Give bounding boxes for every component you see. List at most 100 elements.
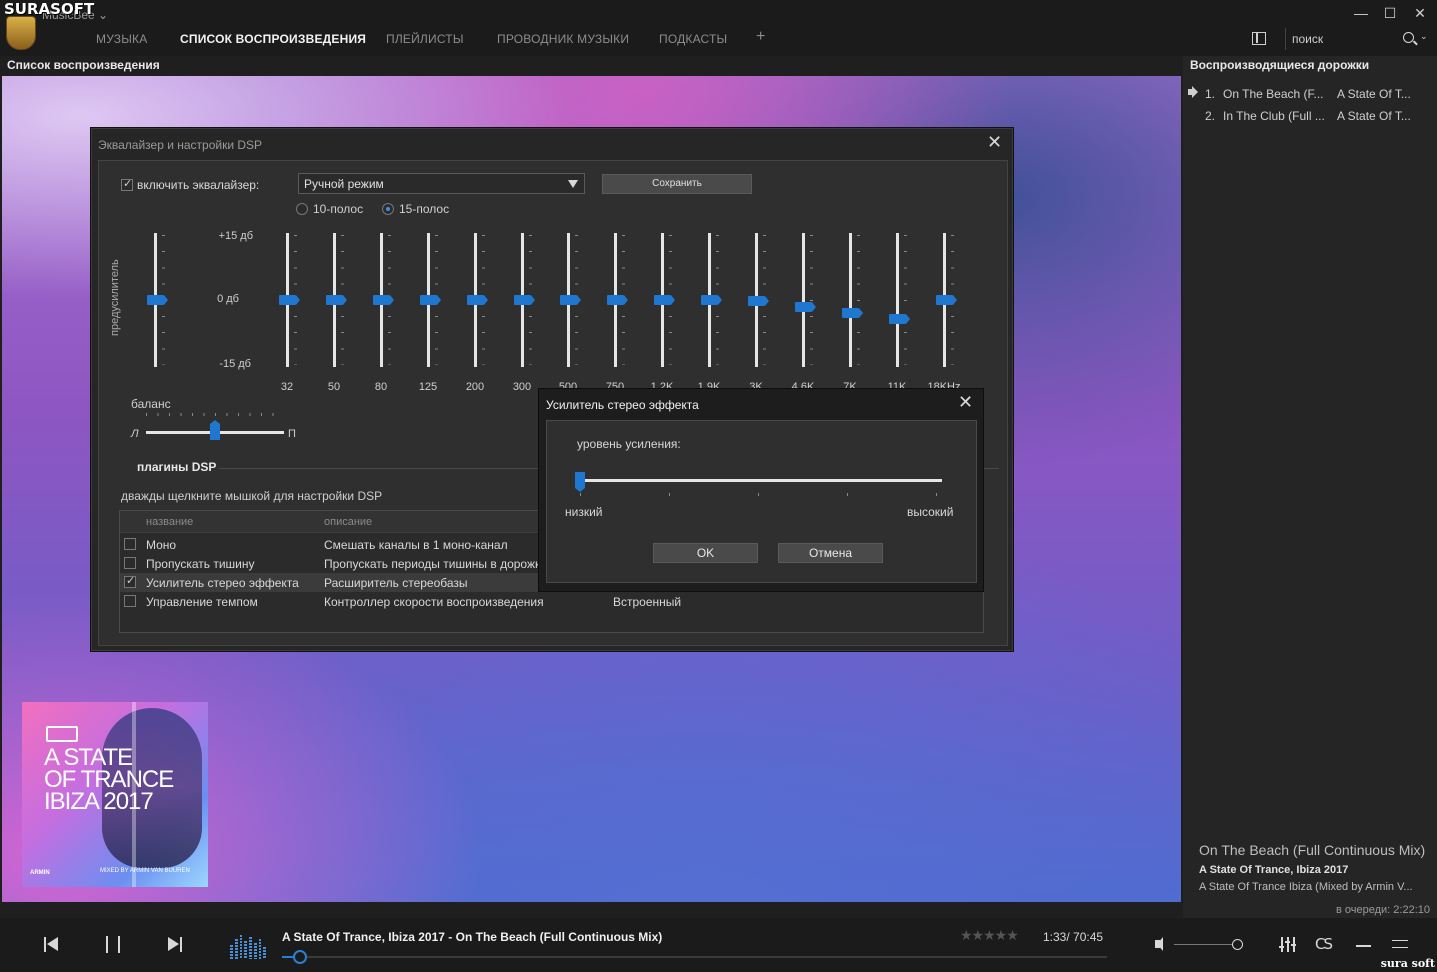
- volume-slider[interactable]: [1174, 939, 1243, 950]
- band-slider[interactable]: [366, 233, 396, 367]
- band-slider[interactable]: [741, 233, 771, 367]
- band-slider[interactable]: [835, 233, 865, 367]
- previous-track-button[interactable]: [44, 937, 60, 952]
- slider-thumb[interactable]: [748, 296, 769, 307]
- balance-slider[interactable]: [146, 420, 284, 440]
- band-slider[interactable]: [647, 233, 677, 367]
- slider-thumb[interactable]: [795, 301, 816, 312]
- enable-equalizer-checkbox[interactable]: [121, 177, 133, 191]
- dsp-plugin-checkbox[interactable]: [124, 595, 136, 607]
- slider-thumb[interactable]: [701, 295, 722, 305]
- balance-label: баланс: [131, 397, 171, 411]
- volume-thumb[interactable]: [1231, 939, 1243, 950]
- track-row[interactable]: 1. On The Beach (F... A State Of T...: [1183, 83, 1437, 103]
- menu-icon[interactable]: [1392, 940, 1408, 948]
- band-slider[interactable]: [929, 233, 959, 367]
- slider-thumb[interactable]: [607, 295, 628, 305]
- radio-10-bands[interactable]: [296, 203, 308, 215]
- chevron-down-icon[interactable]: ⌄: [1420, 31, 1428, 42]
- preamp-slider[interactable]: [140, 233, 170, 367]
- band-slider[interactable]: [460, 233, 490, 367]
- minimize-window-button[interactable]: —: [1350, 4, 1372, 22]
- enable-equalizer-label: включить эквалайзер:: [137, 178, 260, 192]
- dsp-plugin-row[interactable]: Управление темпом Контроллер скорости вос…: [120, 592, 983, 611]
- next-track-button[interactable]: [168, 937, 184, 952]
- slider-thumb[interactable]: [147, 295, 168, 305]
- ok-button[interactable]: OK: [653, 543, 758, 563]
- spectrum-icon[interactable]: [230, 933, 266, 959]
- dsp-plugin-checkbox[interactable]: [124, 538, 136, 550]
- dsp-plugin-checkbox[interactable]: [124, 557, 136, 569]
- dsp-plugin-name: Пропускать тишину: [146, 557, 255, 571]
- album-art-brand: ARMIN: [30, 870, 50, 876]
- band-slider[interactable]: [553, 233, 583, 367]
- slider-thumb[interactable]: [936, 295, 957, 305]
- slider-thumb[interactable]: [373, 295, 394, 305]
- band-slider[interactable]: [319, 233, 349, 367]
- pause-button[interactable]: [106, 936, 120, 953]
- slider-thumb[interactable]: [560, 295, 581, 305]
- mini-player-icon[interactable]: [1356, 945, 1371, 947]
- balance-left-label: Л: [131, 428, 139, 440]
- band-frequency-label: 300: [512, 381, 532, 393]
- band-slider[interactable]: [272, 233, 302, 367]
- band-slider[interactable]: [882, 233, 912, 367]
- queue-duration: в очереди: 2:22:10: [1336, 904, 1430, 916]
- maximize-window-button[interactable]: ☐: [1379, 4, 1401, 22]
- band-frequency-label: 200: [465, 381, 485, 393]
- close-window-button[interactable]: ✕: [1409, 4, 1431, 22]
- album-art[interactable]: A STATE OF TRANCE IBIZA 2017 ARMIN MIXED…: [22, 702, 208, 887]
- equalizer-icon[interactable]: [1279, 937, 1296, 952]
- seek-thumb[interactable]: [293, 950, 308, 964]
- album-art-credit: MIXED BY ARMIN VAN BUUREN: [100, 868, 190, 874]
- band-slider[interactable]: [600, 233, 630, 367]
- eq-mode-select[interactable]: Ручной режим: [298, 173, 585, 194]
- radio-15-bands[interactable]: [382, 203, 394, 215]
- tab-playlists[interactable]: ПЛЕЙЛИСТЫ: [386, 32, 464, 46]
- watermark: sura soft: [1380, 957, 1435, 970]
- band-slider[interactable]: [788, 233, 818, 367]
- brand-logo-text: SURASOFT: [4, 0, 95, 18]
- gain-slider[interactable]: [575, 472, 942, 492]
- tab-now-playing[interactable]: СПИСОК ВОСПРОИЗВЕДЕНИЯ: [180, 32, 366, 46]
- scrobble-icon[interactable]: CS: [1315, 935, 1333, 953]
- db-min-label: -15 дб: [219, 358, 251, 370]
- slider-ticks: [857, 235, 860, 365]
- balance-thumb[interactable]: [210, 420, 220, 440]
- gain-thumb[interactable]: [575, 472, 585, 492]
- column-header-name[interactable]: название: [146, 516, 193, 528]
- search-input[interactable]: [1292, 30, 1392, 48]
- seek-bar[interactable]: [282, 950, 1107, 964]
- layout-icon[interactable]: [1252, 32, 1266, 45]
- slider-thumb[interactable]: [654, 295, 675, 305]
- dsp-plugin-checkbox[interactable]: [124, 574, 136, 588]
- band-slider[interactable]: [413, 233, 443, 367]
- volume-icon[interactable]: [1155, 937, 1163, 951]
- slider-thumb[interactable]: [326, 295, 347, 305]
- slider-thumb[interactable]: [467, 295, 488, 305]
- dsp-plugin-description: Контроллер скорости воспроизведения: [324, 595, 544, 609]
- slider-thumb[interactable]: [842, 307, 863, 318]
- add-tab-button[interactable]: +: [756, 28, 765, 46]
- band-slider[interactable]: [694, 233, 724, 367]
- search-icon[interactable]: [1403, 32, 1414, 43]
- cancel-button[interactable]: Отмена: [778, 543, 883, 563]
- column-header-description[interactable]: описание: [324, 516, 372, 528]
- track-row[interactable]: 2. In The Club (Full ... A State Of T...: [1183, 105, 1437, 125]
- tab-music-explorer[interactable]: ПРОВОДНИК МУЗЫКИ: [497, 32, 629, 46]
- dsp-plugin-description: Смешать каналы в 1 моно-канал: [324, 538, 508, 552]
- panel-title: Список воспроизведения: [7, 58, 160, 72]
- save-preset-button[interactable]: Сохранить: [602, 174, 752, 194]
- band-slider[interactable]: [507, 233, 537, 367]
- tab-podcasts[interactable]: ПОДКАСТЫ: [659, 32, 727, 46]
- slider-thumb[interactable]: [514, 295, 535, 305]
- tab-music[interactable]: МУЗЫКА: [96, 32, 147, 46]
- slider-thumb[interactable]: [279, 295, 300, 305]
- preamp-label: предусилитель: [109, 259, 121, 336]
- slider-thumb[interactable]: [420, 295, 441, 305]
- stereo-close-button[interactable]: ✕: [958, 392, 973, 413]
- rating-stars[interactable]: ★★★★★: [960, 928, 1019, 944]
- balance-ticks: [146, 413, 284, 416]
- slider-thumb[interactable]: [889, 313, 910, 324]
- equalizer-close-button[interactable]: ✕: [987, 132, 1002, 153]
